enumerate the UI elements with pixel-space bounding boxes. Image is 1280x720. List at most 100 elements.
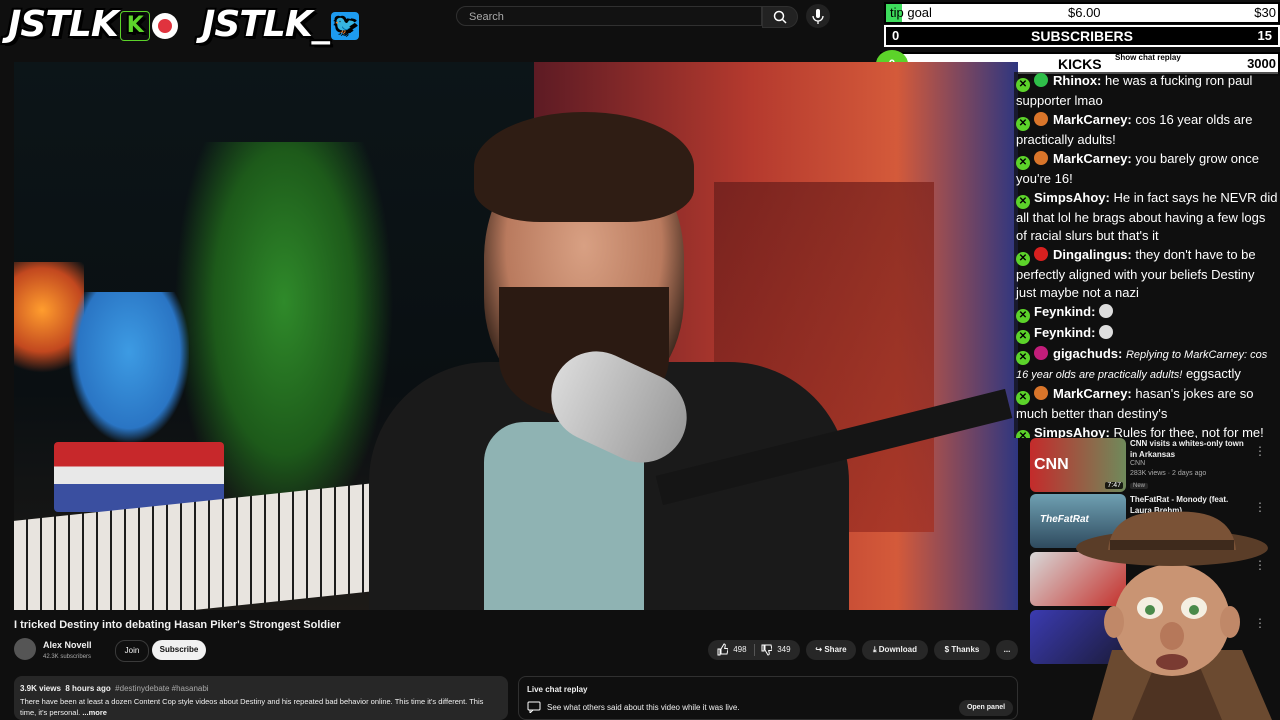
kicks-label: KICKS [1058,56,1102,72]
new-badge: New [1130,483,1149,489]
open-panel-button[interactable]: Open panel [959,700,1013,716]
chat-message: ✕ Dingalingus: they don't have to be perf… [1014,246,1280,303]
chat-message: ✕ SimpsAhoy: Rules for thee, not for me! [1014,424,1280,438]
subscribers-label: SUBSCRIBERS [1031,28,1133,44]
chat-username[interactable]: Dingalingus: [1053,247,1132,262]
channel-avatar[interactable] [14,638,36,660]
chat-message: ✕ Feynkind: [1014,324,1280,345]
tip-goal-bar: tip goal $6.00 $30 [884,2,1280,24]
kick-badge-icon: ✕ [1016,430,1030,438]
recommendation-item[interactable]: CNN 7:47 CNN visits a whites-only town i… [1030,438,1270,494]
user-avatar-icon [1034,151,1048,165]
chat-message: ✕ gigachuds: Replying to MarkCarney: cos … [1014,345,1280,385]
thanks-button[interactable]: $ Thanks [934,640,990,660]
chat-username[interactable]: MarkCarney: [1053,112,1132,127]
chat-message: ✕ SimpsAhoy: He in fact says he NEVR did … [1014,189,1280,246]
share-button[interactable]: ↪ Share [806,640,856,660]
chat-message: ✕ Rhinox: he was a fucking ron paul suppo… [1014,72,1280,111]
kick-badge-icon: ✕ [1016,351,1030,365]
recommendation-channel[interactable]: CNN [1130,459,1145,469]
subscribers-goal: 15 [1257,28,1272,43]
kick-icon: K [119,11,150,41]
kick-badge-icon: ✕ [1016,330,1030,344]
chat-text: he was a fucking ron paul supporter lmao [1016,73,1253,108]
recommendation-title[interactable]: CNN visits a whites-only town in Arkansa… [1130,438,1250,460]
like-dislike-group: 498 349 [708,640,800,660]
detective-cartoon-overlay [1076,511,1272,720]
chat-icon [527,701,541,713]
voice-search-button[interactable] [806,4,830,28]
download-button[interactable]: ⤓ Download [862,640,928,660]
chat-message: ✕ Feynkind: [1014,303,1280,324]
download-label: Download [878,645,917,654]
video-player[interactable] [14,62,1018,610]
tip-goal-label: tip goal [890,5,932,20]
description-more-link[interactable]: ...more [82,708,107,717]
user-avatar-icon [1034,112,1048,126]
plush-toy [69,292,189,442]
more-actions-button[interactable]: ... [996,640,1018,660]
more-horizontal-icon: ... [1003,645,1011,654]
chat-username[interactable]: Rhinox: [1053,73,1101,88]
search-button[interactable] [762,6,798,28]
thumbnail-label: CNN [1034,456,1069,473]
chat-message: ✕ MarkCarney: you barely grow once you're… [1014,150,1280,189]
more-options-icon[interactable]: ⋮ [1254,444,1266,458]
channel-subscriber-count: 42.3K subscribers [43,654,92,660]
chat-username[interactable]: SimpsAhoy: [1034,425,1110,438]
chat-username[interactable]: MarkCarney: [1053,151,1132,166]
download-icon: ⤓ [873,645,877,654]
chat-username[interactable]: Feynkind: [1034,304,1095,319]
person-hair [474,112,694,222]
live-chat-title: Live chat replay [527,685,588,694]
like-button[interactable]: 498 [716,640,747,660]
chat-text: hasan's jokes are so much better than de… [1016,386,1254,421]
description-box[interactable]: 3.9K views 8 hours ago #destinydebate #h… [14,676,508,720]
dislike-count: 349 [777,645,791,654]
like-divider [754,644,755,656]
kick-logo: JSTLK K [8,0,178,50]
description-meta: 3.9K views 8 hours ago #destinydebate #h… [20,684,209,693]
video-title: I tricked Destiny into debating Hasan Pi… [14,619,341,631]
kick-badge-icon: ✕ [1016,309,1030,323]
upload-age: 8 hours ago [65,684,111,693]
view-count: 3.9K views [20,684,61,693]
user-avatar-icon [1034,73,1048,87]
kick-badge-icon: ✕ [1016,117,1030,131]
chat-overlay: ✕ Rhinox: he was a fucking ron paul suppo… [1014,72,1280,438]
chat-text: cos 16 year olds are practically adults! [1016,112,1253,147]
twitter-icon: 🐦 [330,12,359,40]
user-avatar-icon [1034,247,1048,261]
search-input[interactable]: Search [456,6,762,26]
chat-text: Rules for thee, not for me! [1113,425,1264,438]
chat-username[interactable]: Feynkind: [1034,325,1095,340]
join-button[interactable]: Join [115,640,149,662]
show-chat-replay-button[interactable]: Show chat replay [1115,53,1181,62]
dislike-button[interactable]: 349 [760,640,791,660]
thumbs-down-icon [761,644,773,656]
twitter-logo-text: JSTLK_ [202,4,330,45]
channel-name[interactable]: Alex Novell [43,640,92,650]
share-label: Share [824,645,847,654]
live-chat-subtitle: See what others said about this video wh… [547,703,740,712]
search-icon [773,10,787,24]
kick-badge-icon: ✕ [1016,156,1030,170]
tip-goal-target: $30 [1254,5,1276,20]
chat-username[interactable]: gigachuds: [1053,346,1122,361]
recommendation-thumbnail[interactable]: CNN 7:47 [1030,438,1126,492]
tip-goal-current: $6.00 [1068,5,1101,20]
hashtags[interactable]: #destinydebate #hasanabi [115,684,208,693]
thanks-label: Thanks [951,645,980,654]
thanks-icon: $ [944,645,950,654]
microphone-icon [812,9,824,24]
user-avatar-icon [1034,346,1048,360]
subscribe-button[interactable]: Subscribe [152,640,206,660]
description-text: There have been at least a dozen Content… [20,696,500,718]
user-avatar-icon [1034,386,1048,400]
chat-username[interactable]: SimpsAhoy: [1034,190,1110,205]
kick-badge-icon: ✕ [1016,195,1030,209]
chat-message: ✕ MarkCarney: cos 16 year olds are practi… [1014,111,1280,150]
subscribers-goal-bar: 0 SUBSCRIBERS 15 [884,25,1280,47]
chat-username[interactable]: MarkCarney: [1053,386,1132,401]
thumbs-up-icon [717,643,729,656]
